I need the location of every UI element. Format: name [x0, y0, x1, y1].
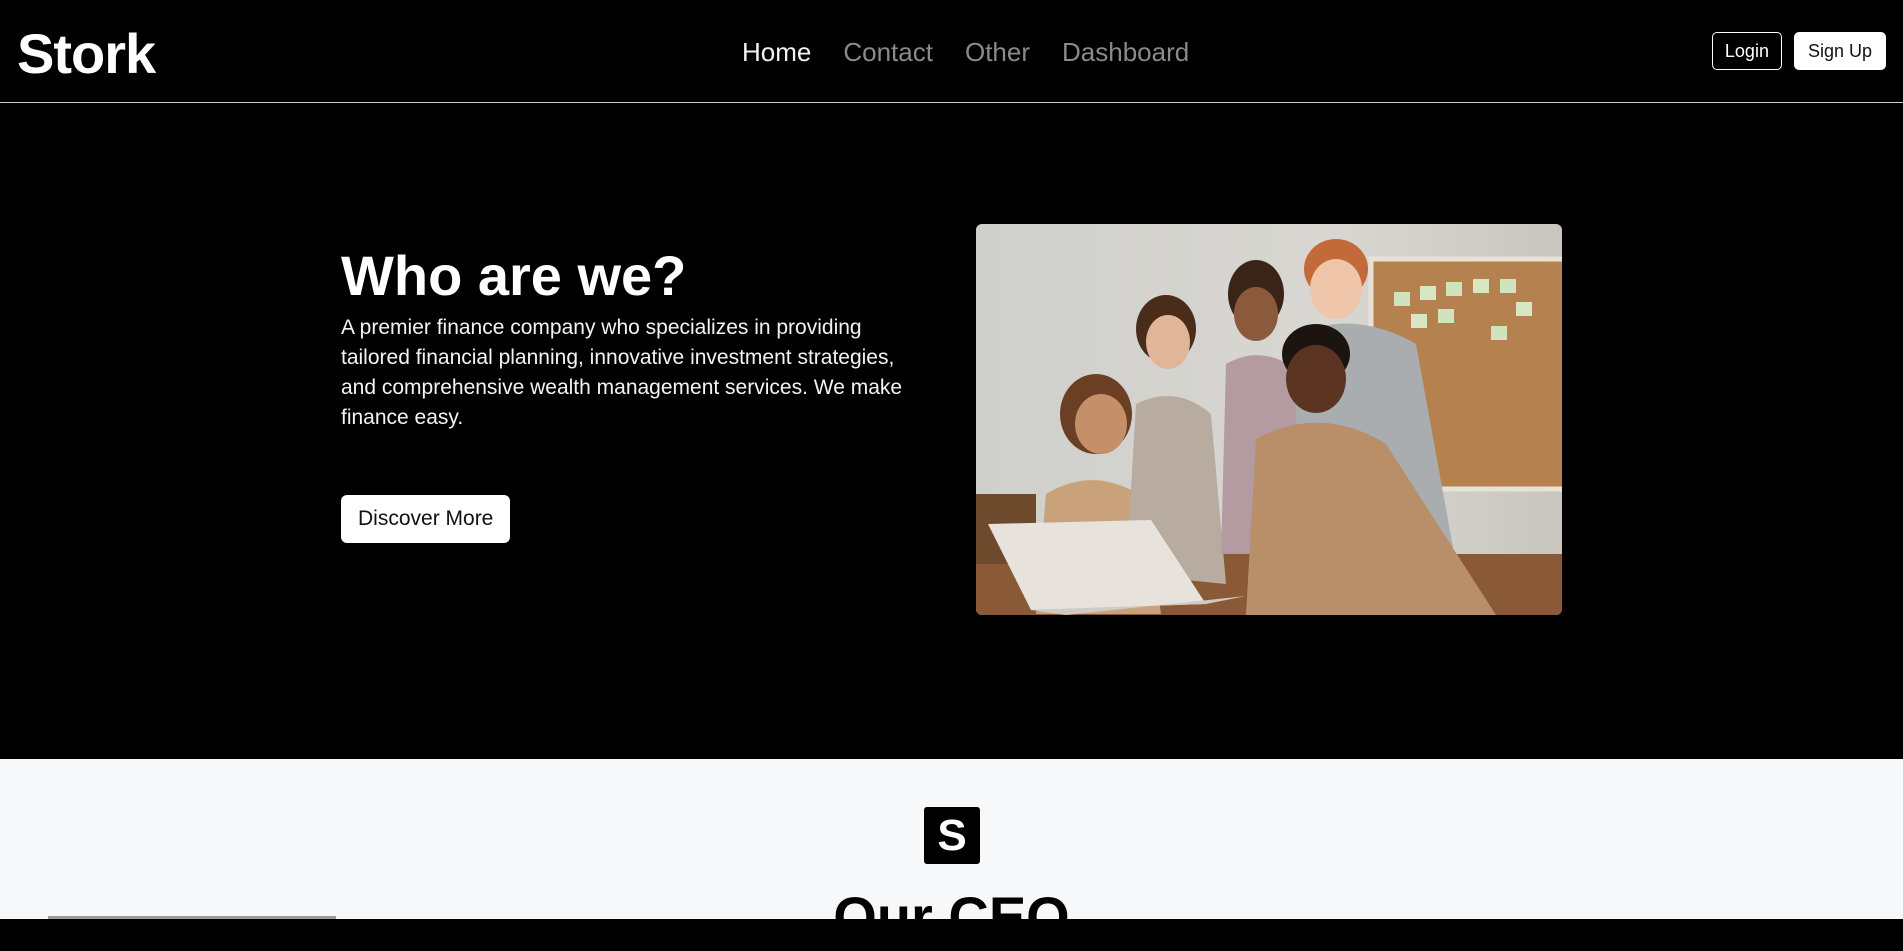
- ceo-section: S Our CEO: [0, 759, 1903, 948]
- nav-contact[interactable]: Contact: [843, 32, 933, 72]
- brand-logo[interactable]: Stork: [17, 20, 156, 88]
- main-nav: Home Contact Other Dashboard: [742, 32, 1189, 72]
- nav-home[interactable]: Home: [742, 32, 811, 72]
- discover-more-button[interactable]: Discover More: [341, 495, 511, 543]
- nav-other[interactable]: Other: [965, 32, 1030, 72]
- brand-mark-icon: S: [924, 807, 980, 864]
- hero-section: Who are we? A premier finance company wh…: [0, 104, 1903, 759]
- hero-description: A premier finance company who specialize…: [341, 316, 903, 429]
- signup-button[interactable]: Sign Up: [1793, 32, 1886, 70]
- login-button[interactable]: Login: [1711, 32, 1782, 70]
- navbar: Stork Home Contact Other Dashboard Login…: [0, 0, 1903, 103]
- team-photo: [976, 224, 1562, 615]
- hero-title: Who are we?: [341, 244, 687, 307]
- nav-dashboard[interactable]: Dashboard: [1062, 32, 1189, 72]
- auth-buttons: Login Sign Up: [1711, 32, 1886, 70]
